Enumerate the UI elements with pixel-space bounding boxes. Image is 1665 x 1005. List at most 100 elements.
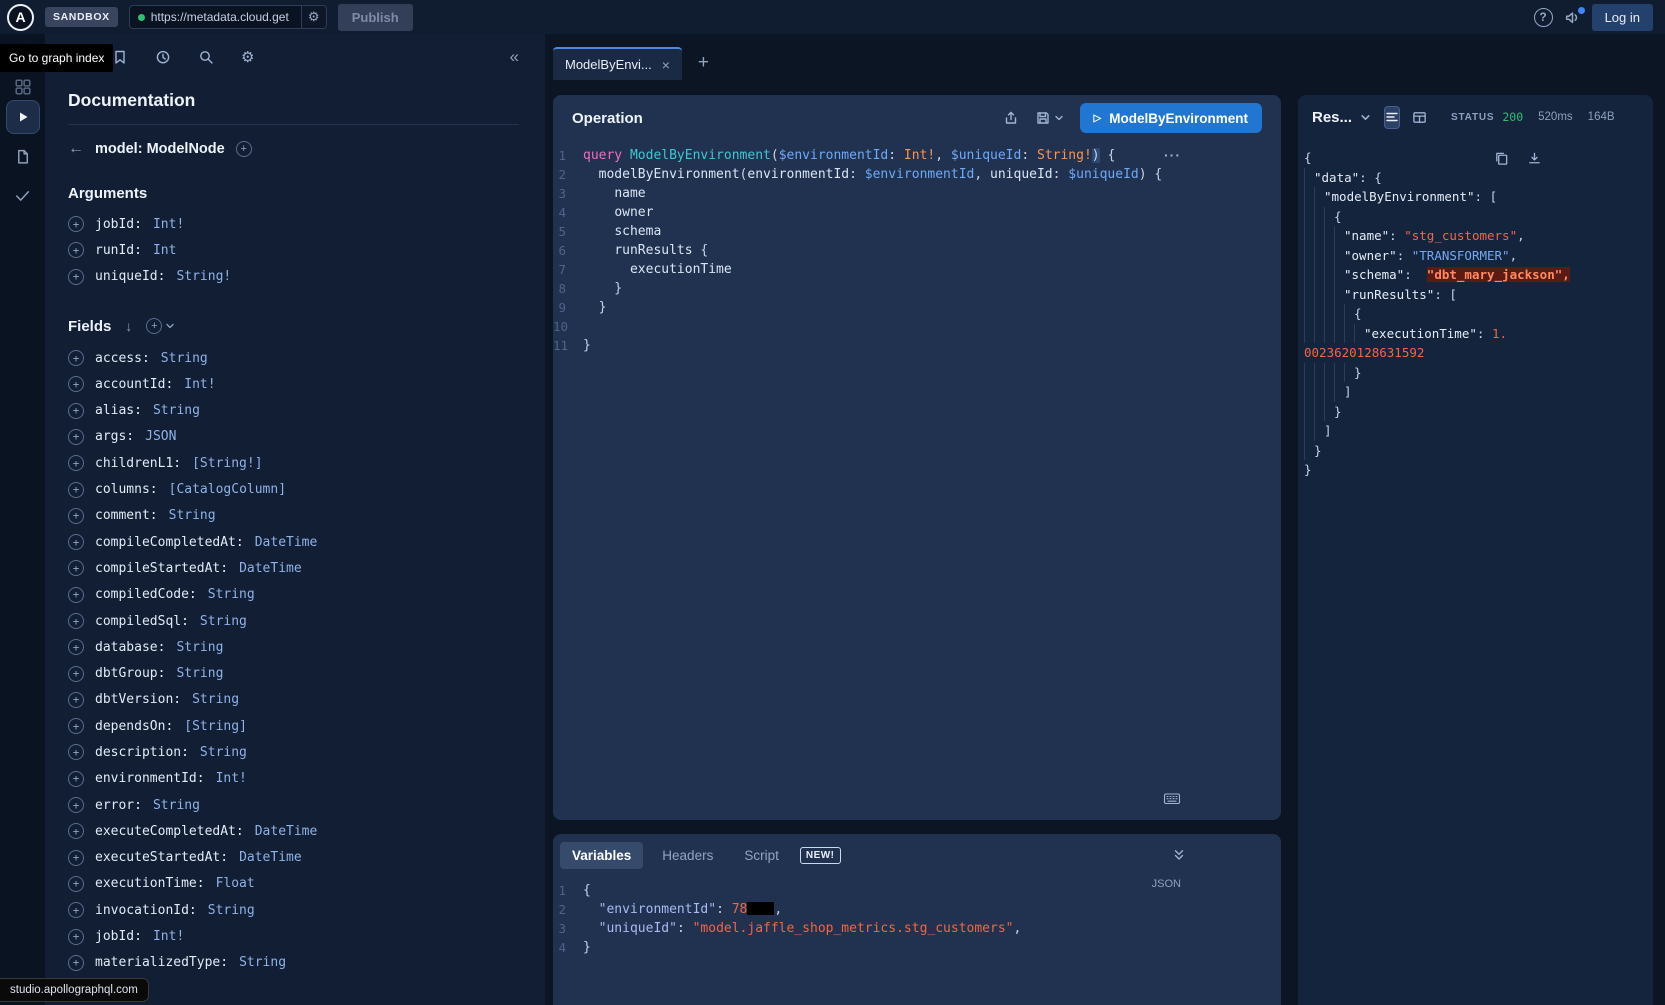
download-icon[interactable] [1527,151,1542,166]
keyboard-shortcuts-icon[interactable] [1163,791,1181,806]
share-icon[interactable] [1003,110,1019,126]
field-type-link[interactable]: Float [216,876,255,891]
field-type-link[interactable]: JSON [145,429,176,444]
field-type-link[interactable]: DateTime [239,561,302,576]
field-type-link[interactable]: Int [153,243,176,258]
topbar: A SANDBOX https://metadata.cloud.get ⚙ P… [0,0,1665,34]
add-field-icon[interactable]: + [68,744,84,760]
add-field-icon[interactable]: + [68,639,84,655]
field-type-link[interactable]: String [200,614,247,629]
field-type-link[interactable]: Int! [153,929,184,944]
field-type-link[interactable]: String [176,640,223,655]
search-icon[interactable] [198,49,214,65]
field-type-link[interactable]: String [169,508,216,523]
indent-guide [1314,265,1324,285]
field-type-link[interactable]: String [200,745,247,760]
field-type-link[interactable]: String [176,666,223,681]
add-field-icon[interactable]: + [68,587,84,603]
code-line: 4} [553,938,1281,957]
field-type-link[interactable]: DateTime [255,535,318,550]
play-icon: ▷ [1094,113,1102,124]
add-field-icon[interactable]: + [68,929,84,945]
add-field-icon[interactable]: + [68,216,84,232]
new-tab-icon[interactable]: + [698,52,709,74]
add-field-icon[interactable]: + [68,613,84,629]
field-type-link[interactable]: String! [176,269,231,284]
add-field-icon[interactable]: + [68,508,84,524]
help-icon[interactable]: ? [1534,8,1553,27]
operation-editor[interactable]: 1query ModelByEnvironment($environmentId… [553,141,1281,355]
add-type-icon[interactable]: + [236,141,252,157]
table-view-toggle[interactable] [1412,110,1427,125]
add-field-icon[interactable]: + [68,902,84,918]
add-field-icon[interactable]: + [68,823,84,839]
raw-view-toggle[interactable] [1384,106,1400,129]
add-field-icon[interactable]: + [68,955,84,971]
field-type-link[interactable]: DateTime [255,824,318,839]
checks-icon[interactable] [14,187,31,204]
field-type-link[interactable]: [String] [184,719,247,734]
schema-icon[interactable] [14,148,31,165]
field-type-link[interactable]: Int! [216,771,247,786]
response-dropdown-icon[interactable] [1360,112,1371,123]
field-name: accountId: [95,377,173,392]
copy-icon[interactable] [1494,151,1509,166]
collapse-bottom-icon[interactable] [1172,848,1186,862]
graph-index-icon[interactable] [14,78,32,96]
field-type-link[interactable]: Int! [184,377,215,392]
add-field-icon[interactable]: + [68,455,84,471]
more-options-icon[interactable]: ··· [1164,147,1181,163]
publish-button[interactable]: Publish [338,4,413,31]
bookmark-icon[interactable] [112,49,128,65]
field-type-link[interactable]: Int! [153,217,184,232]
add-field-icon[interactable]: + [68,876,84,892]
response-viewer[interactable]: {"data": {"modelByEnvironment": [{"name"… [1298,139,1653,1005]
field-type-link[interactable]: String [239,955,286,970]
add-all-fields-icon[interactable]: + [146,318,175,334]
login-button[interactable]: Log in [1592,4,1653,31]
add-field-icon[interactable]: + [68,797,84,813]
add-field-icon[interactable]: + [68,242,84,258]
field-type-link[interactable]: DateTime [239,850,302,865]
tab-variables[interactable]: Variables [560,842,643,869]
field-type-link[interactable]: [String!] [192,456,262,471]
back-icon[interactable]: ← [68,140,84,158]
run-button[interactable]: ▷ ModelByEnvironment [1080,103,1262,133]
add-field-icon[interactable]: + [68,771,84,787]
add-field-icon[interactable]: + [68,403,84,419]
add-field-icon[interactable]: + [68,350,84,366]
add-field-icon[interactable]: + [68,429,84,445]
history-icon[interactable] [155,49,171,65]
indent-guide [1334,285,1344,305]
field-type-link[interactable]: String [208,903,255,918]
collapse-panel-icon[interactable]: « [510,47,519,67]
tab-headers[interactable]: Headers [650,842,725,869]
apollo-logo[interactable]: A [7,4,34,31]
add-field-icon[interactable]: + [68,692,84,708]
add-field-icon[interactable]: + [68,534,84,550]
add-field-icon[interactable]: + [68,376,84,392]
settings-icon[interactable]: ⚙ [241,48,254,66]
field-type-link[interactable]: String [161,351,208,366]
close-tab-icon[interactable]: × [662,57,670,73]
add-field-icon[interactable]: + [68,850,84,866]
announcements-icon[interactable] [1564,9,1581,26]
explorer-icon[interactable] [6,100,40,134]
field-type-link[interactable]: String [153,403,200,418]
endpoint-settings-icon[interactable]: ⚙ [301,6,326,28]
sort-fields-icon[interactable]: ↓ [125,318,132,334]
field-type-link[interactable]: String [192,692,239,707]
add-field-icon[interactable]: + [68,560,84,576]
tab-script[interactable]: Script [732,842,791,869]
add-field-icon[interactable]: + [68,666,84,682]
field-type-link[interactable]: String [153,798,200,813]
indent-guide [1324,207,1334,227]
add-field-icon[interactable]: + [68,269,84,285]
field-type-link[interactable]: [CatalogColumn] [169,482,286,497]
save-group[interactable] [1035,110,1064,126]
add-field-icon[interactable]: + [68,718,84,734]
endpoint-input[interactable]: https://metadata.cloud.get ⚙ [129,5,327,29]
tab-operation[interactable]: ModelByEnvi... × [553,47,682,80]
add-field-icon[interactable]: + [68,482,84,498]
field-type-link[interactable]: String [208,587,255,602]
